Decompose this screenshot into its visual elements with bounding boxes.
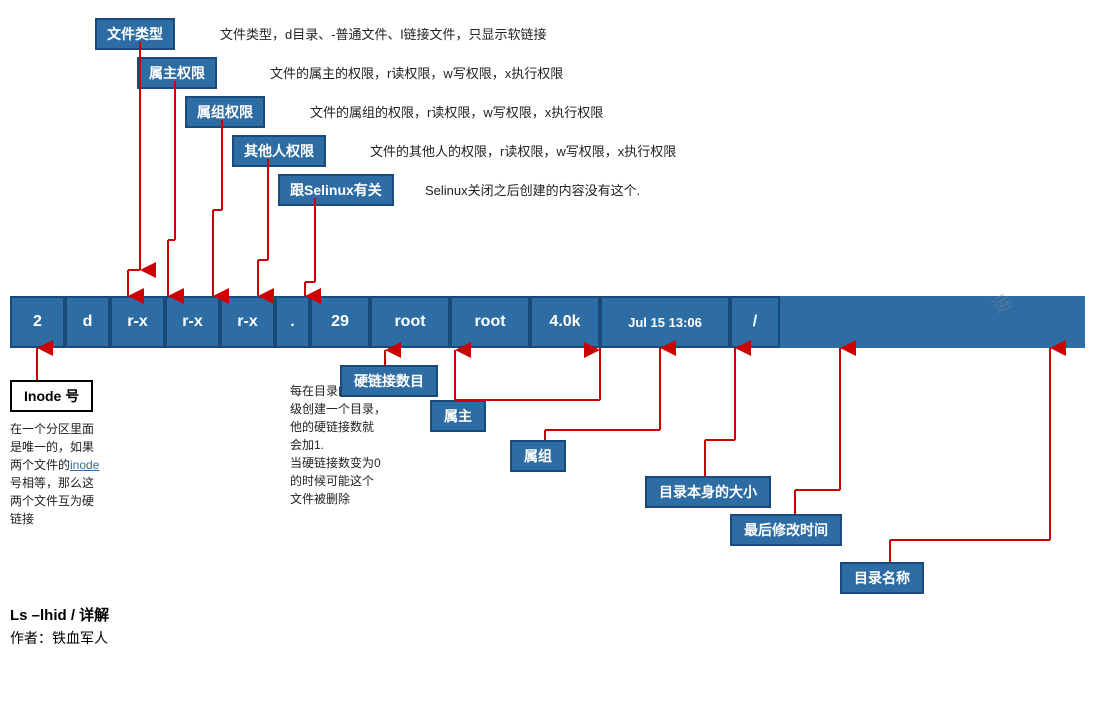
cell-group: root	[450, 296, 530, 348]
footer-command: Ls –lhid / 详解	[10, 604, 109, 625]
dir-size-box: 目录本身的大小	[645, 476, 771, 508]
cell-other-perm: r-x	[220, 296, 275, 348]
cell-dirname: /	[730, 296, 780, 348]
owner-perm-desc: 文件的属主的权限，r读权限，w写权限，x执行权限	[270, 63, 563, 82]
cell-selinux: .	[275, 296, 310, 348]
hardlink-count-box: 硬链接数目	[340, 365, 438, 397]
group-perm-box: 属组权限	[185, 96, 265, 128]
file-type-box: 文件类型	[95, 18, 175, 50]
cell-hardlink: 29	[310, 296, 370, 348]
cell-inode: 2	[10, 296, 65, 348]
owner-perm-box: 属主权限	[137, 57, 217, 89]
cell-datetime: Jul 15 13:06	[600, 296, 730, 348]
dir-name-box: 目录名称	[840, 562, 924, 594]
selinux-desc: Selinux关闭之后创建的内容没有这个.	[425, 180, 640, 199]
group-box: 属组	[510, 440, 566, 472]
group-perm-desc: 文件的属组的权限，r读权限，w写权限，x执行权限	[310, 102, 603, 121]
file-type-desc: 文件类型，d目录、-普通文件、l链接文件，只显示软链接	[220, 24, 546, 43]
hardlink-desc-text: 每在目录的下一级创建一个目录，他的硬链接数就会加1.当硬链接数变为0的时候可能这…	[290, 382, 440, 508]
cell-owner-perm: r-x	[110, 296, 165, 348]
main-container: 文件类型 文件类型，d目录、-普通文件、l链接文件，只显示软链接 属主权限 文件…	[0, 0, 1095, 724]
cell-group-perm: r-x	[165, 296, 220, 348]
other-perm-box: 其他人权限	[232, 135, 326, 167]
last-mod-box: 最后修改时间	[730, 514, 842, 546]
cell-owner: root	[370, 296, 450, 348]
cell-type: d	[65, 296, 110, 348]
selinux-box: 跟Selinux有关	[278, 174, 394, 206]
data-row: 2 d r-x r-x r-x . 29 root root 4.0k Jul …	[10, 296, 1085, 348]
owner-box: 属主	[430, 400, 486, 432]
inode-desc-text: 在一个分区里面是唯一的，如果两个文件的inode号相等，那么这两个文件互为硬链接	[10, 420, 99, 528]
footer-author: 作者：铁血军人	[10, 628, 108, 648]
cell-size: 4.0k	[530, 296, 600, 348]
other-perm-desc: 文件的其他人的权限，r读权限，w写权限，x执行权限	[370, 141, 676, 160]
inode-box: Inode 号	[10, 380, 93, 412]
